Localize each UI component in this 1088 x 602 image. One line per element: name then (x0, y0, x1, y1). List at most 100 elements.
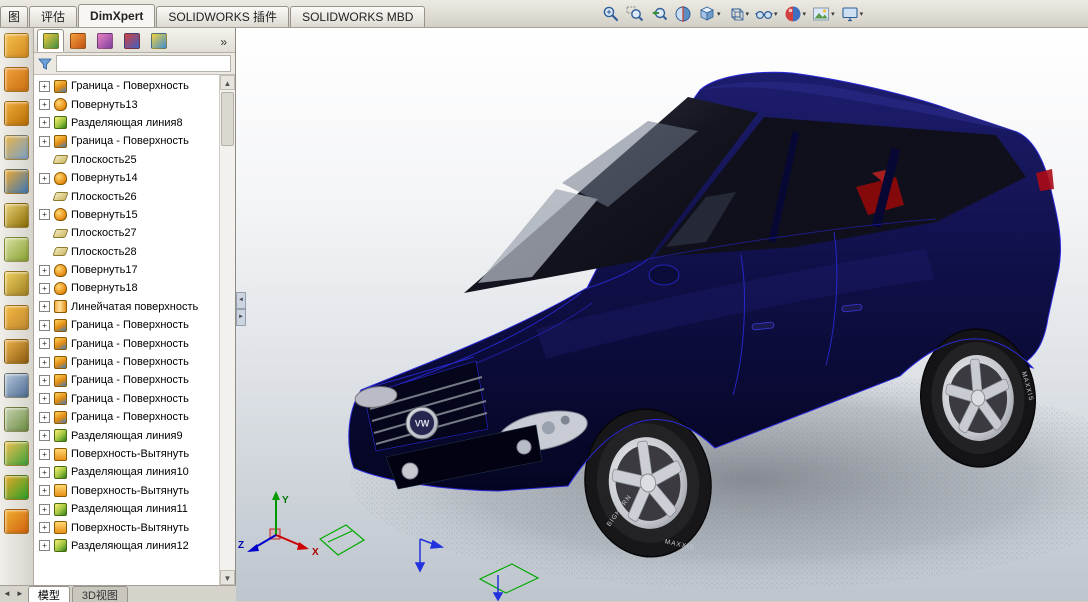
expand-toggle[interactable]: + (39, 173, 50, 184)
manager-tab-displaymanager[interactable] (145, 29, 172, 52)
expand-toggle[interactable]: + (39, 283, 50, 294)
tree-item-16[interactable]: +Граница - Поверхность (34, 371, 220, 389)
graphics-viewport[interactable]: VW (236, 27, 1088, 601)
tree-item-10[interactable]: +Повернуть17 (34, 261, 220, 279)
expand-toggle[interactable]: + (39, 504, 50, 515)
splitline-feature-icon (54, 429, 67, 442)
edit-appearance-icon[interactable]: ▾ (782, 2, 809, 26)
manager-tab-propertymanager[interactable] (64, 29, 91, 52)
panel-overflow-chevron[interactable]: » (220, 35, 232, 52)
ruled-surface-icon[interactable] (4, 339, 29, 364)
collapse-panel-button[interactable]: ◄ (236, 292, 246, 309)
tree-item-15[interactable]: +Граница - Поверхность (34, 353, 220, 371)
freeform-surface-icon[interactable] (4, 237, 29, 262)
tree-item-13[interactable]: +Граница - Поверхность (34, 316, 220, 334)
expand-toggle[interactable]: + (39, 522, 50, 533)
tree-item-6[interactable]: Плоскость26 (34, 187, 220, 205)
tree-scrollbar[interactable]: ▲ ▼ (219, 75, 235, 585)
surface-loft-icon[interactable] (4, 135, 29, 160)
filled-surface-icon[interactable] (4, 203, 29, 228)
tree-item-22[interactable]: +Поверхность-Вытянуть (34, 482, 220, 500)
tree-item-23[interactable]: +Разделяющая линия11 (34, 500, 220, 518)
display-style-icon[interactable]: ▾ (725, 2, 752, 26)
tree-item-0[interactable]: +Граница - Поверхность (34, 77, 220, 95)
expand-toggle[interactable]: + (39, 265, 50, 276)
scroll-up-arrow[interactable]: ▲ (220, 75, 235, 90)
model-tab-0[interactable]: 模型 (28, 586, 70, 602)
view-settings-icon[interactable]: ▾ (839, 2, 866, 26)
tree-item-7[interactable]: +Повернуть15 (34, 206, 220, 224)
knit-surface-icon[interactable] (4, 509, 29, 534)
expand-panel-button[interactable]: ► (236, 309, 246, 326)
tree-item-18[interactable]: +Граница - Поверхность (34, 408, 220, 426)
tree-item-11[interactable]: +Повернуть18 (34, 279, 220, 297)
expand-toggle[interactable]: + (39, 320, 50, 331)
view-orientation-icon[interactable]: ▾ (696, 2, 723, 26)
tree-item-1[interactable]: +Повернуть13 (34, 95, 220, 113)
tree-item-8[interactable]: Плоскость27 (34, 224, 220, 242)
tree-item-12[interactable]: +Линейчатая поверхность (34, 298, 220, 316)
trim-surface-icon[interactable] (4, 475, 29, 500)
boundary-surface-icon[interactable] (4, 169, 29, 194)
command-tab-3[interactable]: SOLIDWORKS 插件 (156, 6, 289, 27)
planar-surface-icon[interactable] (4, 271, 29, 296)
zoom-area-icon[interactable] (624, 2, 646, 26)
surface-extrude-icon[interactable] (4, 33, 29, 58)
tree-item-21[interactable]: +Разделяющая линия10 (34, 463, 220, 481)
extend-surface-icon[interactable] (4, 441, 29, 466)
tree-item-17[interactable]: +Граница - Поверхность (34, 390, 220, 408)
expand-toggle[interactable]: + (39, 357, 50, 368)
expand-toggle[interactable]: + (39, 412, 50, 423)
filter-icon[interactable] (38, 57, 52, 71)
expand-toggle[interactable]: + (39, 117, 50, 128)
scroll-down-arrow[interactable]: ▼ (220, 570, 235, 585)
expand-toggle[interactable]: + (39, 136, 50, 147)
expand-toggle[interactable]: + (39, 338, 50, 349)
manager-tab-featuremanager-design-tree[interactable] (37, 29, 64, 52)
command-tab-4[interactable]: SOLIDWORKS MBD (290, 6, 425, 27)
scroll-thumb[interactable] (221, 92, 234, 146)
expand-toggle[interactable]: + (39, 430, 50, 441)
command-tab-1[interactable]: 评估 (29, 6, 77, 27)
expand-toggle[interactable]: + (39, 485, 50, 496)
command-tab-2[interactable]: DimXpert (78, 4, 155, 27)
tree-item-20[interactable]: +Поверхность-Вытянуть (34, 445, 220, 463)
surface-revolve-icon[interactable] (4, 67, 29, 92)
command-tab-0[interactable]: 图 (0, 6, 28, 27)
reference-triad[interactable]: Y X Z (238, 491, 319, 558)
tree-item-9[interactable]: Плоскость28 (34, 243, 220, 261)
manager-tab-configurationmanager[interactable] (91, 29, 118, 52)
expand-toggle[interactable]: + (39, 81, 50, 92)
tree-item-24[interactable]: +Поверхность-Вытянуть (34, 518, 220, 536)
plane-feature-icon (52, 192, 68, 201)
previous-view-icon[interactable] (648, 2, 670, 26)
section-view-icon[interactable] (672, 2, 694, 26)
expand-toggle[interactable]: + (39, 540, 50, 551)
filter-input[interactable] (56, 55, 231, 72)
offset-surface-icon[interactable] (4, 305, 29, 330)
expand-toggle[interactable]: + (39, 99, 50, 110)
manager-tab-dimxpertmanager[interactable] (118, 29, 145, 52)
hide-show-items-icon[interactable]: ▾ (753, 2, 780, 26)
expand-toggle[interactable]: + (39, 449, 50, 460)
replace-face-icon[interactable] (4, 407, 29, 432)
tree-item-14[interactable]: +Граница - Поверхность (34, 334, 220, 352)
apply-scene-icon[interactable]: ▾ (810, 2, 837, 26)
tree-item-4[interactable]: Плоскость25 (34, 151, 220, 169)
tree-item-19[interactable]: +Разделяющая линия9 (34, 426, 220, 444)
tree-item-3[interactable]: +Граница - Поверхность (34, 132, 220, 150)
model-tabs-prev[interactable]: ◄ (0, 586, 13, 598)
expand-toggle[interactable]: + (39, 209, 50, 220)
tree-item-25[interactable]: +Разделяющая линия12 (34, 537, 220, 555)
expand-toggle[interactable]: + (39, 467, 50, 478)
surface-sweep-icon[interactable] (4, 101, 29, 126)
model-tabs-next[interactable]: ► (13, 586, 26, 598)
model-tab-1[interactable]: 3D视图 (72, 586, 128, 602)
expand-toggle[interactable]: + (39, 301, 50, 312)
tree-item-5[interactable]: +Повернуть14 (34, 169, 220, 187)
delete-face-icon[interactable] (4, 373, 29, 398)
tree-item-2[interactable]: +Разделяющая линия8 (34, 114, 220, 132)
expand-toggle[interactable]: + (39, 375, 50, 386)
expand-toggle[interactable]: + (39, 393, 50, 404)
zoom-fit-icon[interactable] (600, 2, 622, 26)
